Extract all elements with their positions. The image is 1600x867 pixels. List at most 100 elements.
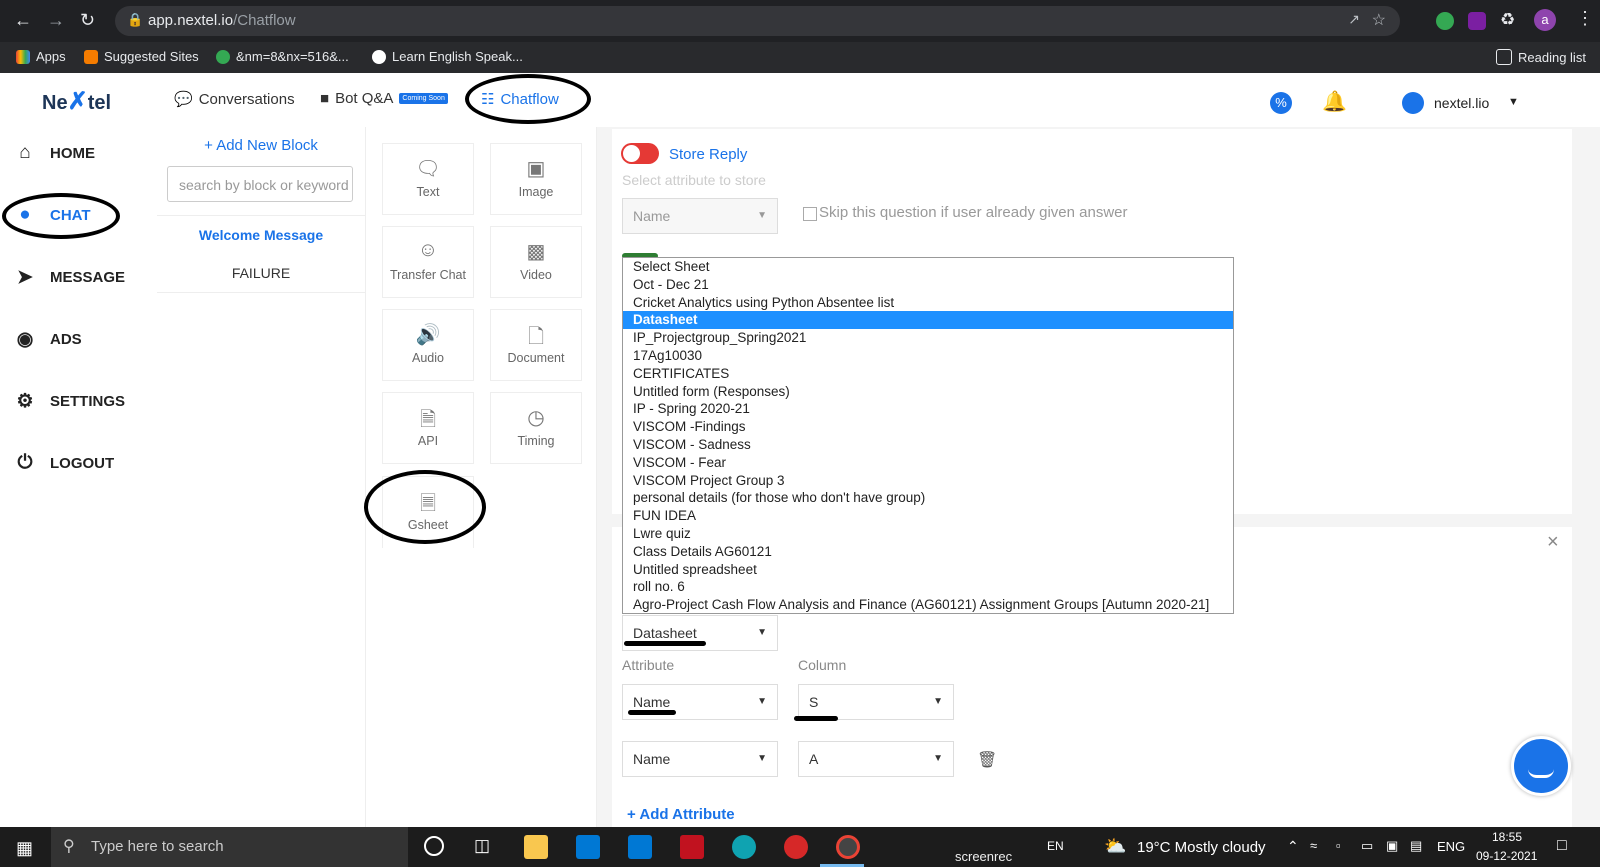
tool-audio[interactable]: 🔊 Audio [382,309,474,381]
sheet-option[interactable]: FUN IDEA [623,507,1233,525]
extension-w-icon[interactable] [1468,12,1486,30]
tool-image[interactable]: ▣ Image [490,143,582,215]
account-name[interactable]: nextel.lio [1434,95,1489,111]
app-icon[interactable] [680,835,704,859]
language-indicator[interactable]: ENG [1437,839,1465,854]
chrome-icon[interactable] [836,835,860,859]
tab-bot-qa[interactable]: ■ Bot Q&A Coming Soon [320,90,448,107]
sidebar-item-home[interactable]: ⌂ HOME [14,142,95,164]
task-view-icon[interactable]: ◫ [474,836,490,856]
sheet-option[interactable]: Lwre quiz [623,525,1233,543]
sheet-option[interactable]: VISCOM - Sadness [623,436,1233,454]
nextel-logo[interactable]: Ne✗tel [42,87,111,116]
sheet-option[interactable]: Cricket Analytics using Python Absentee … [623,294,1233,312]
close-card-icon[interactable]: × [1547,531,1559,554]
column-select-1[interactable]: S ▼ [798,684,954,720]
sheet-option[interactable]: Datasheet [623,311,1233,330]
cortana-icon[interactable] [424,836,444,856]
sidebar-item-logout[interactable]: ⏻ LOGOUT [14,452,114,474]
tab-conversations[interactable]: 💬 Conversations [174,90,295,109]
trash-icon[interactable]: 🗑 [977,750,997,770]
device-icon[interactable]: ▫ [1336,838,1341,853]
sheet-option[interactable]: CERTIFICATES [623,365,1233,383]
sidebar-item-message[interactable]: ➤ MESSAGE [14,266,125,289]
reload-icon[interactable]: ↻ [80,10,95,31]
sheet-option[interactable]: Agro-Project Cash Flow Analysis and Fina… [623,596,1233,614]
opera-icon[interactable] [784,835,808,859]
extensions-puzzle-icon[interactable]: ♻ [1500,10,1515,30]
forward-arrow-icon[interactable]: → [47,10,65,31]
add-attribute-button[interactable]: + Add Attribute [627,806,735,823]
weather-text[interactable]: 19°C Mostly cloudy [1137,839,1266,856]
tool-video[interactable]: ▩ Video [490,226,582,298]
star-icon[interactable]: ☆ [1372,10,1386,30]
notifications-icon[interactable]: □ [1557,837,1567,855]
bookmark-learn-english[interactable]: Learn English Speak... [372,49,523,64]
taskbar-search-input[interactable]: ⚲ Type here to search [51,827,408,867]
file-explorer-icon[interactable] [524,835,548,859]
mail-icon[interactable] [628,835,652,859]
clock-date[interactable]: 09-12-2021 [1476,849,1537,863]
reading-list[interactable]: Reading list [1496,49,1586,65]
sheet-option[interactable]: IP - Spring 2020-21 [623,400,1233,418]
sheet-option[interactable]: Select Sheet [623,258,1233,276]
store-attribute-select[interactable]: Name ▼ [622,198,778,234]
more-menu-icon[interactable]: ⋮ [1576,8,1594,29]
sheet-option[interactable]: 17Ag10030 [623,347,1233,365]
battery-icon[interactable]: ▭ [1361,838,1373,854]
url-path: /Chatflow [233,12,296,29]
account-caret-icon[interactable]: ▼ [1508,96,1519,108]
column-select-2[interactable]: A ▼ [798,741,954,777]
sheet-option[interactable]: VISCOM - Fear [623,454,1233,472]
sheet-option[interactable]: roll no. 6 [623,578,1233,596]
bell-icon[interactable]: 🔔 [1322,89,1347,114]
windows-start-icon[interactable]: ▦ [16,838,33,859]
store-reply-label: Store Reply [669,146,748,163]
block-search-input[interactable]: search by block or keyword [167,166,353,202]
tool-transfer-chat[interactable]: ☺ Transfer Chat [382,226,474,298]
live-chat-widget-button[interactable] [1511,736,1571,796]
account-avatar[interactable] [1402,92,1424,114]
sheet-option[interactable]: Oct - Dec 21 [623,276,1233,294]
attribute-select-2[interactable]: Name ▼ [622,741,778,777]
skip-question-checkbox[interactable] [803,207,817,221]
tool-timing[interactable]: ◷ Timing [490,392,582,464]
language-short[interactable]: EN [1047,839,1064,853]
sheet-option[interactable]: Untitled form (Responses) [623,383,1233,401]
sheet-option[interactable]: Class Details AG60121 [623,543,1233,561]
sheet-option[interactable]: VISCOM Project Group 3 [623,472,1233,490]
sidebar-item-ads[interactable]: ◉ ADS [14,328,82,351]
display-icon[interactable]: ▤ [1410,838,1422,854]
bookmark-nm[interactable]: &nm=8&nx=516&... [216,49,349,64]
share-icon[interactable]: ↗ [1348,11,1360,28]
add-new-block-button[interactable]: + Add New Block [157,137,365,154]
tool-document[interactable]: 🗋 Document [490,309,582,381]
back-arrow-icon[interactable]: ← [14,10,32,31]
network-icon[interactable]: ≈ [1310,838,1317,853]
bookmark-suggested-sites[interactable]: Suggested Sites [84,49,199,64]
profile-avatar[interactable]: a [1534,9,1556,31]
store-reply-toggle[interactable] [621,143,659,164]
discount-badge-icon[interactable]: % [1270,92,1292,114]
ms-store-icon[interactable] [576,835,600,859]
address-bar[interactable]: 🔒 app.nextel.io/Chatflow ↗ ☆ [115,6,1400,36]
speaker-tray-icon[interactable]: ▣ [1386,838,1398,854]
tool-api[interactable]: 🗎 API [382,392,474,464]
skip-question-label: Skip this question if user already given… [819,204,1128,221]
sheet-option[interactable]: VISCOM -Findings [623,418,1233,436]
block-item-welcome-message[interactable]: Welcome Message [157,215,365,255]
chevron-up-icon[interactable]: ⌃ [1287,838,1299,855]
sidebar-item-settings[interactable]: ⚙ SETTINGS [14,390,125,413]
bullseye-icon: ◉ [16,329,34,350]
sheet-option[interactable]: personal details (for those who don't ha… [623,489,1233,507]
edge-icon[interactable] [732,835,756,859]
tool-text[interactable]: 🗨 Text [382,143,474,215]
logo-x-arrow-icon: ✗ [67,88,88,115]
clock-time[interactable]: 18:55 [1492,830,1522,844]
weather-cloud-icon[interactable]: ⛅ [1104,836,1126,857]
bookmark-apps[interactable]: Apps [16,49,66,64]
sheet-option[interactable]: Untitled spreadsheet [623,561,1233,579]
block-item-failure[interactable]: FAILURE [157,254,365,293]
extension-chat-icon[interactable] [1436,12,1454,30]
sheet-option[interactable]: IP_Projectgroup_Spring2021 [623,329,1233,347]
